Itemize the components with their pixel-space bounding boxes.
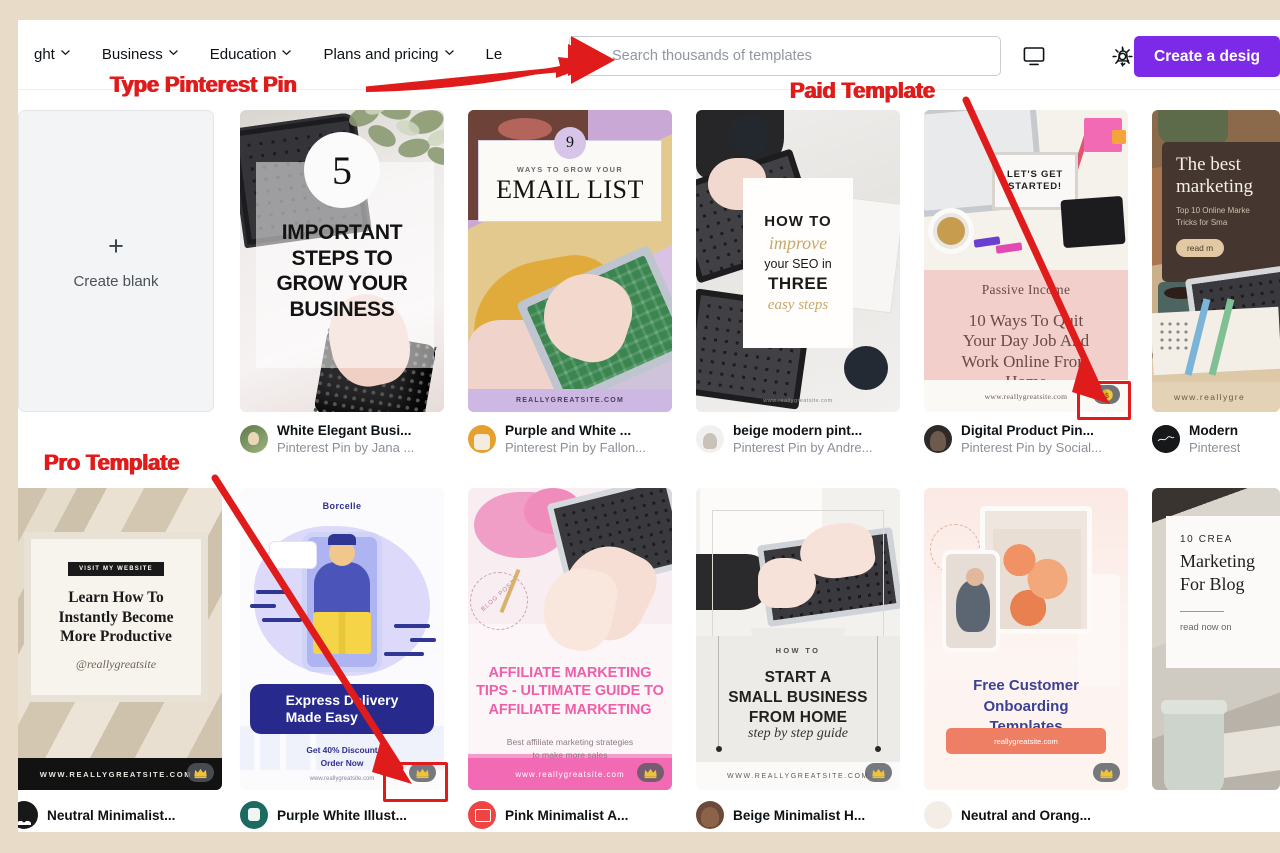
annotation-arrows bbox=[211, 36, 1110, 784]
screenshot-root: ght Business Education Plans and pricing… bbox=[0, 0, 1280, 853]
